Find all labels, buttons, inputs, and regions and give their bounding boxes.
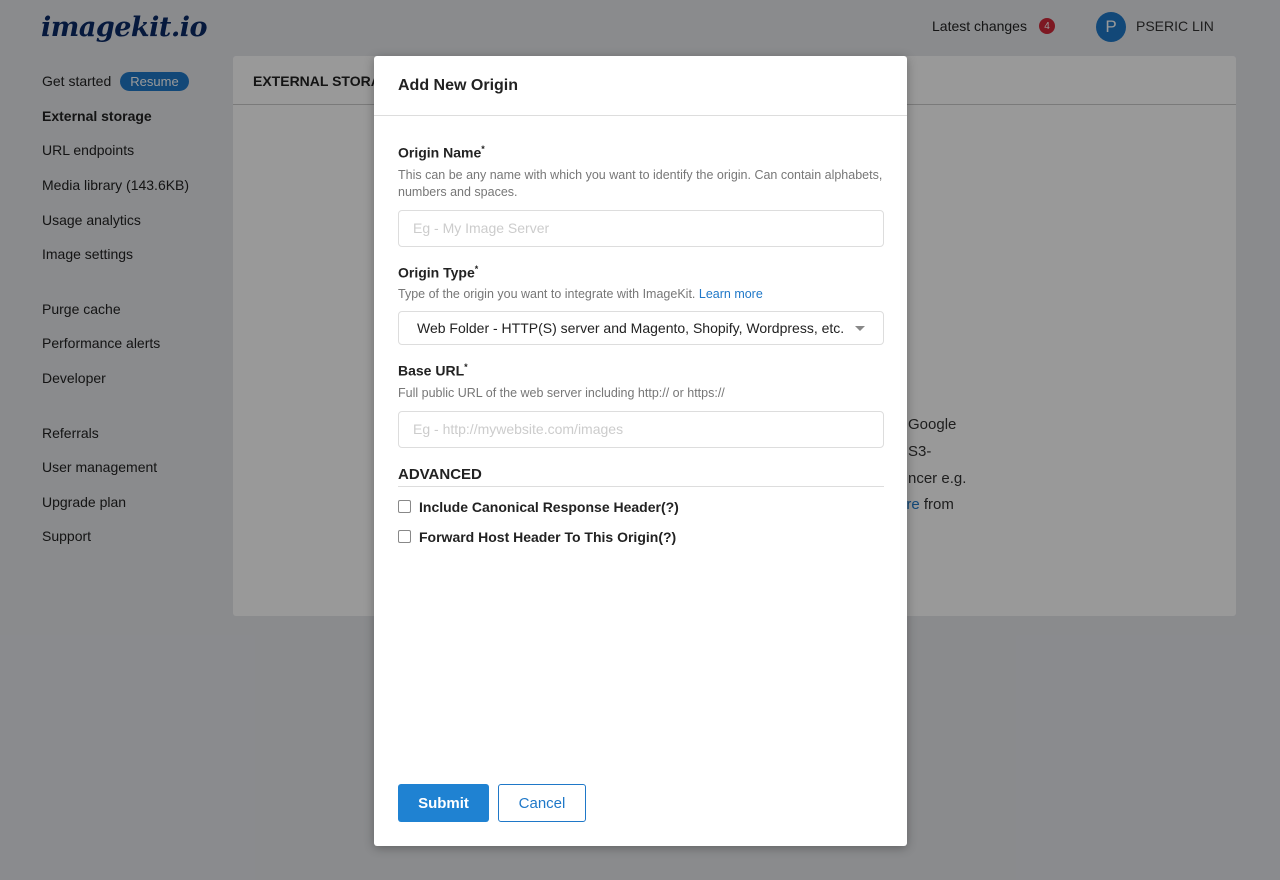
cancel-button[interactable]: Cancel <box>498 784 586 822</box>
origin-name-help: This can be any name with which you want… <box>398 167 883 199</box>
base-url-label: Base URL* <box>398 362 468 379</box>
add-origin-modal: Add New Origin Origin Name* This can be … <box>374 56 907 846</box>
chevron-down-icon <box>855 325 865 331</box>
canonical-header-checkbox[interactable]: Include Canonical Response Header(?) <box>398 499 883 515</box>
base-url-input[interactable] <box>398 410 884 448</box>
origin-name-input[interactable] <box>398 209 884 247</box>
checkbox-icon[interactable] <box>398 500 411 514</box>
forward-host-header-checkbox[interactable]: Forward Host Header To This Origin(?) <box>398 529 883 545</box>
origin-name-label: Origin Name* <box>398 144 485 161</box>
checkbox-icon[interactable] <box>398 530 411 544</box>
origin-type-help: Type of the origin you want to integrate… <box>398 287 696 302</box>
advanced-heading: ADVANCED <box>398 466 884 487</box>
learn-more-link[interactable]: Learn more <box>699 287 763 301</box>
modal-title: Add New Origin <box>374 56 907 116</box>
base-url-help: Full public URL of the web server includ… <box>398 385 725 400</box>
submit-button[interactable]: Submit <box>398 784 489 822</box>
origin-type-label: Origin Type* <box>398 263 479 281</box>
origin-type-select[interactable]: Web Folder - HTTP(S) server and Magento,… <box>398 311 884 346</box>
